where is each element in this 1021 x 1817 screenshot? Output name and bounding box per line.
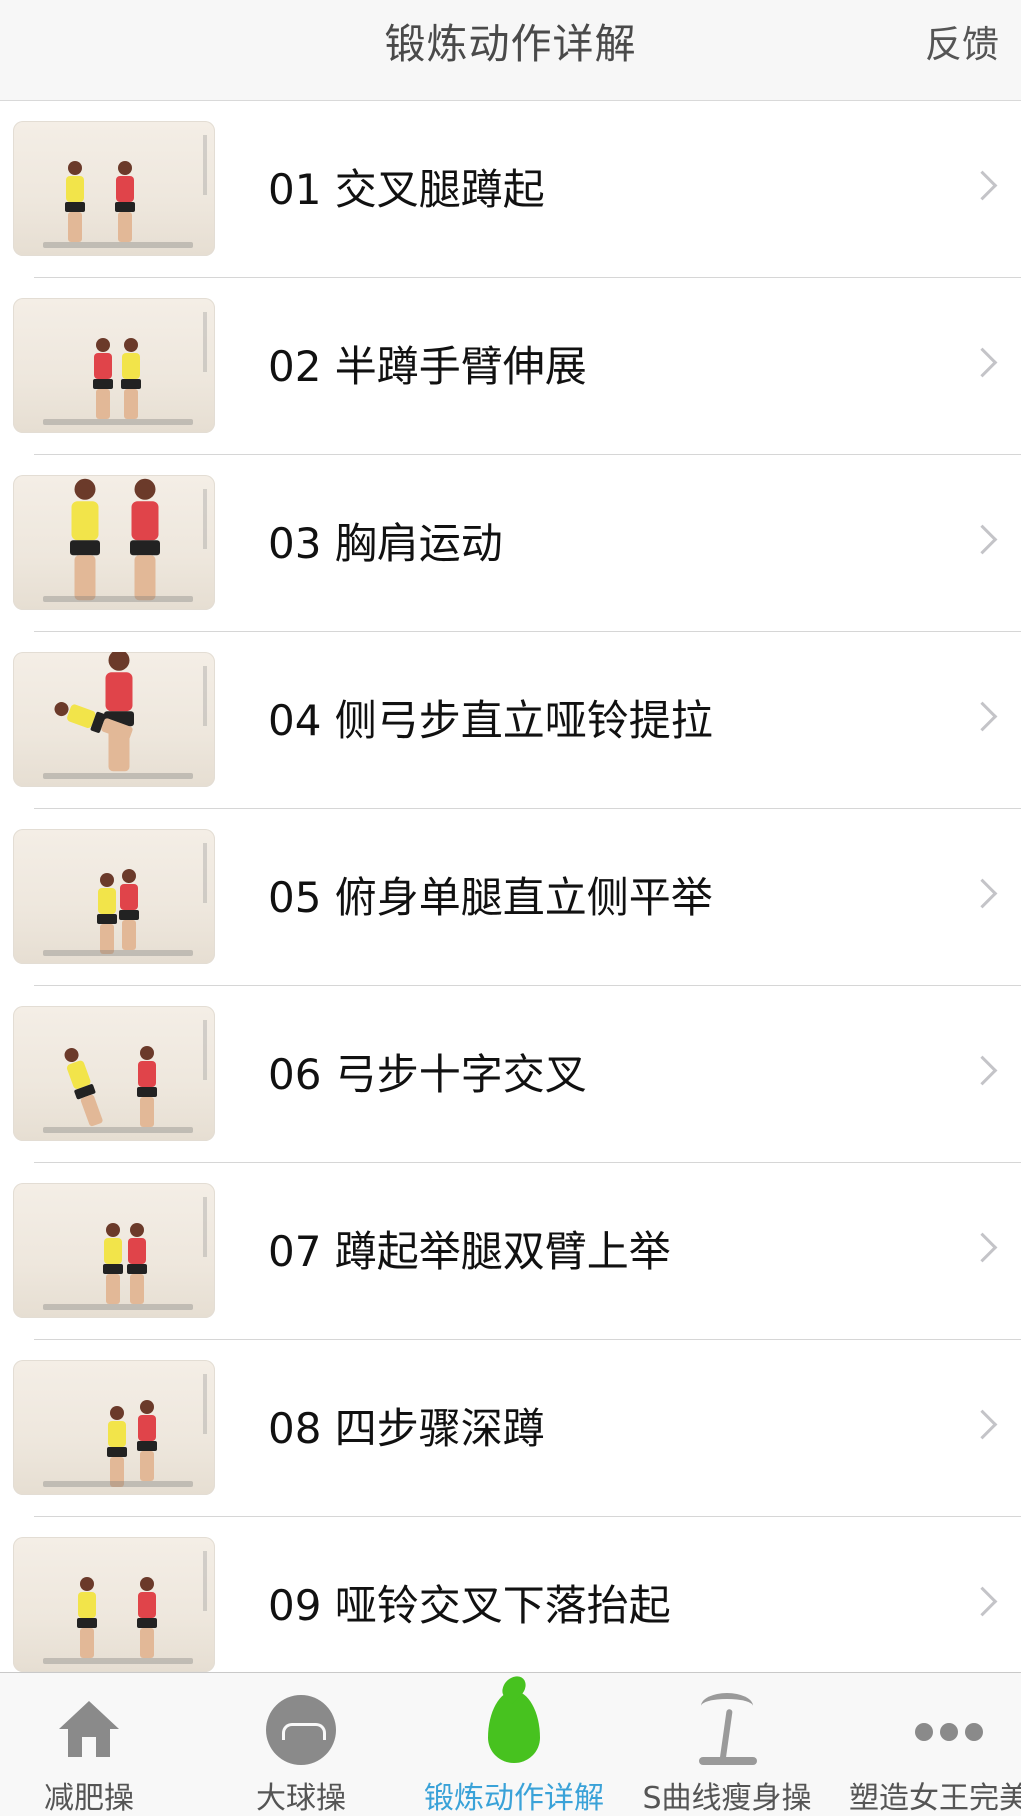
exercise-thumbnail xyxy=(13,829,215,964)
exercise-thumbnail xyxy=(13,1006,215,1141)
exercise-title: 03 胸肩运动 xyxy=(268,519,503,568)
list-item[interactable]: 08 四步骤深蹲 xyxy=(0,1340,1021,1517)
list-item[interactable]: 07 蹲起举腿双臂上举 xyxy=(0,1163,1021,1340)
list-item[interactable]: 02 半蹲手臂伸展 xyxy=(0,278,1021,455)
chevron-right-icon xyxy=(967,1586,998,1617)
tab-label: 减肥操 xyxy=(44,1781,134,1816)
chevron-right-icon xyxy=(967,524,998,555)
navigation-bar: 锻炼动作详解 反馈 xyxy=(0,0,1021,101)
exercise-thumbnail xyxy=(13,1537,215,1672)
tab-exercise-details[interactable]: 锻炼动作详解 xyxy=(409,1671,619,1816)
exercise-title: 09 哑铃交叉下落抬起 xyxy=(268,1581,671,1630)
page-title: 锻炼动作详解 xyxy=(384,20,637,68)
flame-icon xyxy=(488,1671,540,1763)
exercise-thumbnail xyxy=(13,1183,215,1318)
exercise-title: 08 四步骤深蹲 xyxy=(268,1404,545,1453)
exercise-title: 06 弓步十字交叉 xyxy=(268,1050,587,1099)
tab-label: S曲线瘦身操 xyxy=(642,1781,812,1816)
tab-bar: 减肥操 大球操 锻炼动作详解 S曲线瘦身操 塑造女王完美 xyxy=(0,1671,1021,1816)
tab-more[interactable]: 塑造女王完美 xyxy=(835,1673,1021,1816)
tab-weight-loss[interactable]: 减肥操 xyxy=(0,1673,194,1816)
ball-icon xyxy=(266,1695,336,1765)
list-item[interactable]: 01 交叉腿蹲起 xyxy=(0,101,1021,278)
home-icon xyxy=(59,1701,119,1757)
exercise-title: 02 半蹲手臂伸展 xyxy=(268,342,587,391)
tab-label: 锻炼动作详解 xyxy=(424,1781,604,1816)
list-item[interactable]: 05 俯身单腿直立侧平举 xyxy=(0,809,1021,986)
tab-label: 塑造女王完美 xyxy=(849,1781,1021,1816)
exercise-title: 04 侧弓步直立哑铃提拉 xyxy=(268,696,713,745)
exercise-title: 01 交叉腿蹲起 xyxy=(268,165,545,214)
list-item[interactable]: 06 弓步十字交叉 xyxy=(0,986,1021,1163)
tab-label: 大球操 xyxy=(256,1781,346,1816)
exercise-list: 01 交叉腿蹲起 02 半蹲手臂伸展 03 胸肩运动 04 侧弓步直立哑铃提拉 xyxy=(0,101,1021,1694)
feedback-button[interactable]: 反馈 xyxy=(925,14,999,68)
chevron-right-icon xyxy=(967,1055,998,1086)
list-item[interactable]: 03 胸肩运动 xyxy=(0,455,1021,632)
tab-big-ball[interactable]: 大球操 xyxy=(196,1673,406,1816)
tab-s-curve[interactable]: S曲线瘦身操 xyxy=(622,1673,832,1816)
exercise-title: 07 蹲起举腿双臂上举 xyxy=(268,1227,671,1276)
chevron-right-icon xyxy=(967,347,998,378)
chevron-right-icon xyxy=(967,1232,998,1263)
exercise-thumbnail xyxy=(13,475,215,610)
chevron-right-icon xyxy=(967,701,998,732)
list-item[interactable]: 04 侧弓步直立哑铃提拉 xyxy=(0,632,1021,809)
exercise-thumbnail xyxy=(13,121,215,256)
list-item[interactable]: 09 哑铃交叉下落抬起 xyxy=(0,1517,1021,1694)
exercise-thumbnail xyxy=(13,652,215,787)
chevron-right-icon xyxy=(967,878,998,909)
exercise-thumbnail xyxy=(13,1360,215,1495)
exercise-thumbnail xyxy=(13,298,215,433)
chevron-right-icon xyxy=(967,1409,998,1440)
more-icon xyxy=(915,1723,983,1743)
chevron-right-icon xyxy=(967,170,998,201)
palm-tree-icon xyxy=(693,1691,761,1767)
exercise-title: 05 俯身单腿直立侧平举 xyxy=(268,873,713,922)
